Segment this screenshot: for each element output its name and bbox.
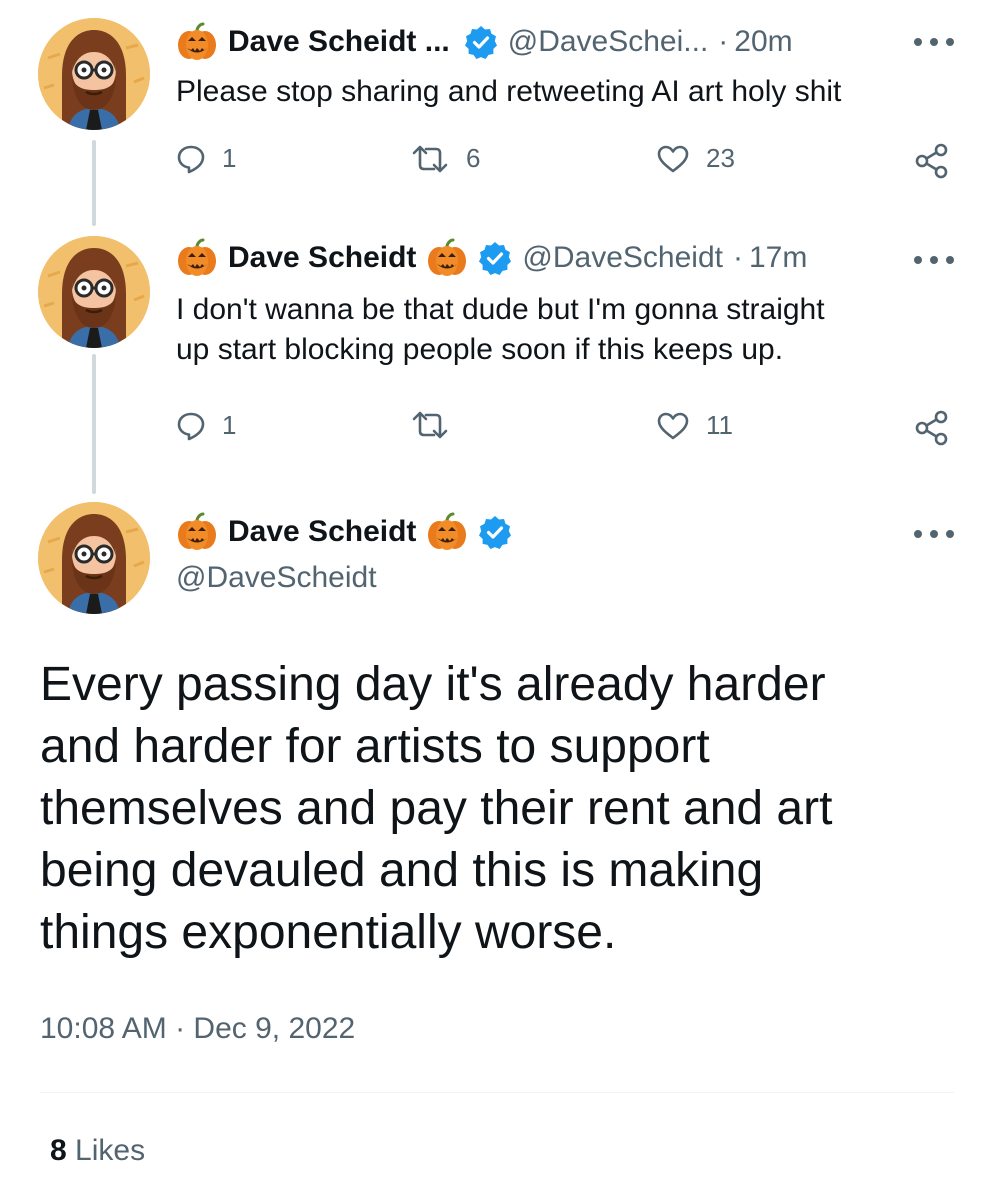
pumpkin-emoji-icon [176, 237, 218, 279]
user-handle[interactable]: @DaveSchei... [508, 25, 709, 59]
share-icon [914, 143, 950, 179]
retweet-icon [410, 410, 450, 440]
verified-badge-icon [464, 25, 498, 59]
likes-summary[interactable]: 8 Likes [50, 1134, 145, 1168]
avatar-image [38, 502, 150, 614]
reply-button[interactable]: 1 [176, 410, 236, 441]
reply-count: 1 [222, 143, 237, 173]
pumpkin-emoji-icon [426, 511, 468, 553]
verified-badge-icon [478, 241, 512, 275]
likes-label: Likes [75, 1134, 146, 1167]
more-icon[interactable] [914, 32, 954, 52]
like-count: 11 [706, 410, 733, 440]
display-name[interactable]: Dave Scheidt [228, 241, 416, 275]
more-icon[interactable] [914, 250, 954, 270]
divider [40, 1092, 954, 1093]
more-icon[interactable] [914, 524, 954, 544]
display-name[interactable]: Dave Scheidt ... [228, 25, 450, 59]
heart-icon [656, 144, 690, 174]
tweet-timestamp[interactable]: 10:08 AM · Dec 9, 2022 [40, 1012, 355, 1046]
thread-line [92, 140, 96, 226]
avatar[interactable] [38, 502, 150, 614]
tweet-text: I don't wanna be that dude but I'm gonna… [176, 293, 825, 366]
reply-count: 1 [222, 410, 237, 440]
verified-badge-icon [478, 515, 512, 549]
tweet-time[interactable]: 17m [749, 241, 807, 275]
pumpkin-emoji-icon [176, 21, 218, 63]
pumpkin-emoji-icon [176, 511, 218, 553]
user-handle[interactable]: @DaveScheidt [176, 561, 377, 595]
reply-icon [176, 144, 206, 174]
reply-icon [176, 411, 206, 441]
avatar[interactable] [38, 236, 150, 348]
tweet-header: Dave Scheidt [176, 512, 512, 552]
like-button[interactable]: 11 [656, 410, 733, 441]
avatar-image [38, 18, 150, 130]
retweet-button[interactable] [410, 410, 450, 440]
tweet-time[interactable]: 20m [734, 25, 792, 59]
likes-count: 8 [50, 1134, 67, 1167]
avatar[interactable] [38, 18, 150, 130]
like-button[interactable]: 23 [656, 143, 735, 174]
share-icon [914, 410, 950, 446]
display-name[interactable]: Dave Scheidt [228, 515, 416, 549]
tweet-text: Please stop sharing and retweeting AI ar… [176, 75, 842, 108]
retweet-button[interactable]: 6 [410, 143, 480, 174]
separator-dot: · [718, 25, 729, 58]
retweet-icon [410, 144, 450, 174]
tweet-header: Dave Scheidt @DaveScheidt · 17m [176, 238, 807, 278]
avatar-image [38, 236, 150, 348]
thread-line [92, 354, 96, 494]
tweet-actions: 1 6 23 [176, 143, 956, 183]
like-count: 23 [706, 143, 735, 173]
tweet-actions: 1 11 [176, 410, 956, 450]
retweet-count: 6 [466, 143, 481, 173]
pumpkin-emoji-icon [426, 237, 468, 279]
tweet-header: Dave Scheidt ... @DaveSchei... · 20m [176, 22, 793, 62]
share-button[interactable] [914, 143, 950, 179]
heart-icon [656, 411, 690, 441]
user-handle[interactable]: @DaveScheidt [522, 241, 723, 275]
share-button[interactable] [914, 410, 950, 446]
separator-dot: · [732, 241, 743, 274]
main-tweet-text: Every passing day it's already harder an… [40, 658, 833, 959]
tweet-handle-row: @DaveScheidt [176, 558, 377, 598]
reply-button[interactable]: 1 [176, 143, 236, 174]
